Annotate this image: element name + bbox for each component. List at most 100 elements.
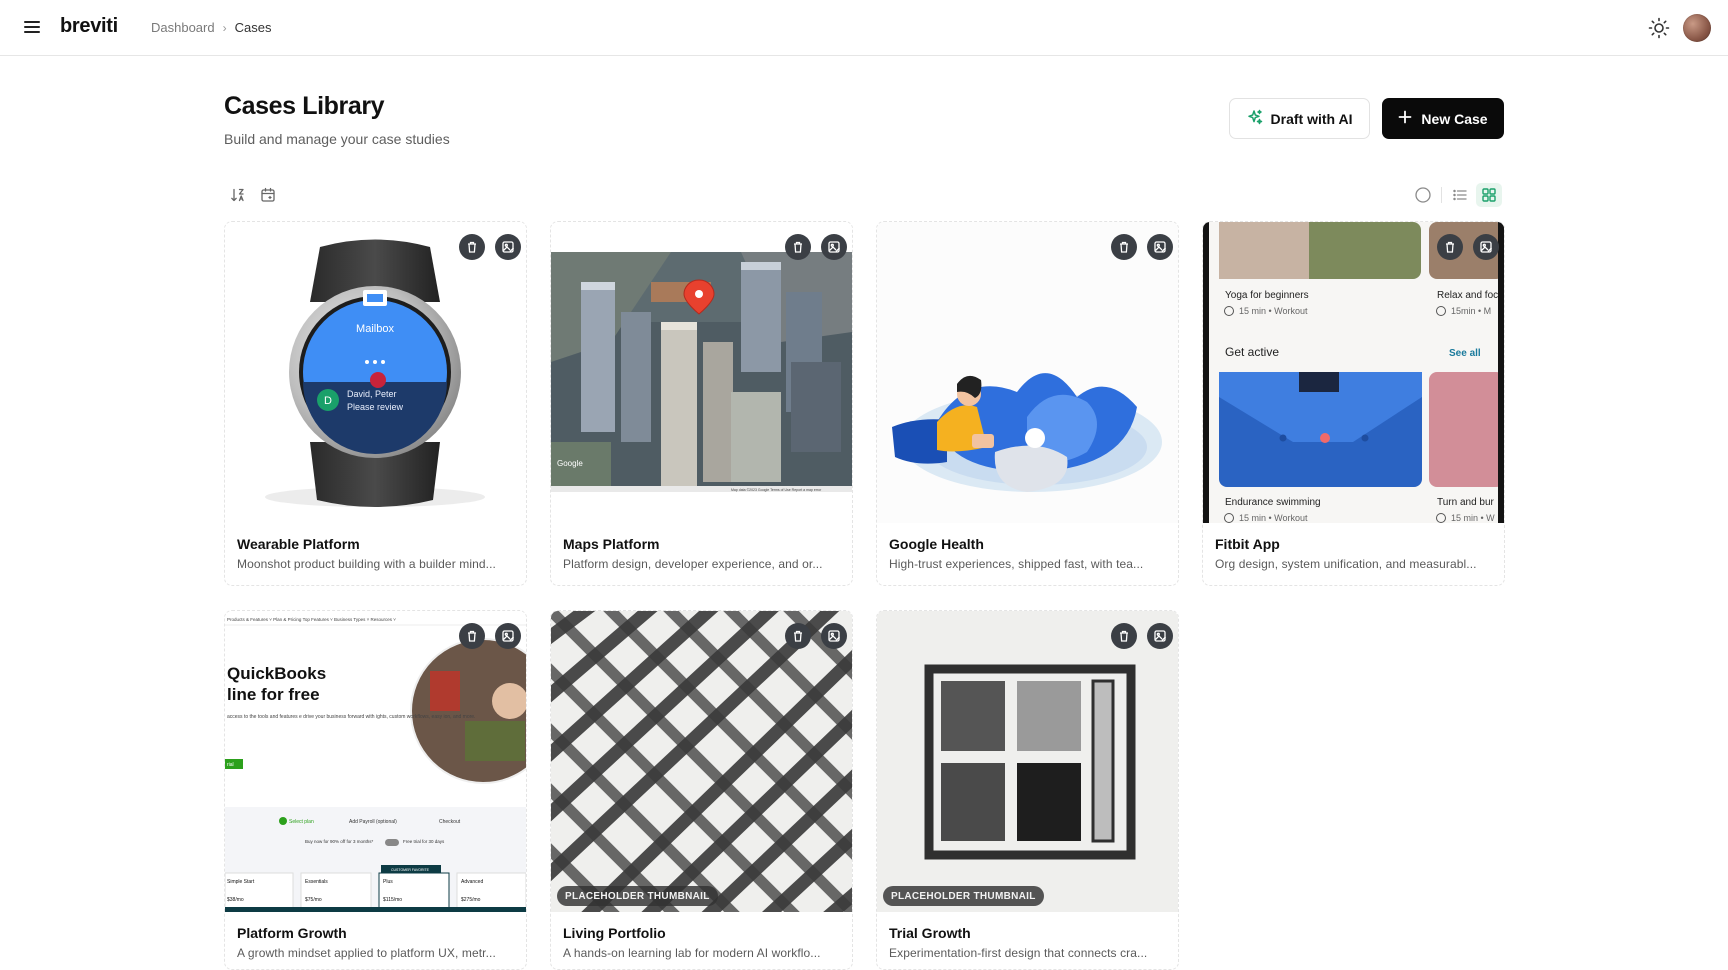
chevron-right-icon: ›: [222, 20, 227, 35]
top-bar: breviti Dashboard › Cases: [0, 0, 1728, 56]
case-description: Moonshot product building with a builder…: [237, 557, 496, 571]
qb-headline2: line for free: [227, 685, 320, 704]
watch-avatar-initial: D: [324, 395, 332, 407]
case-title: Trial Growth: [889, 925, 971, 941]
view-divider: [1441, 187, 1442, 203]
case-thumbnail: [877, 222, 1178, 523]
case-thumbnail: Products & Features ˅ Plan & Pricing Top…: [225, 611, 526, 912]
page-subtitle: Build and manage your case studies: [224, 131, 450, 147]
qb-price2: $75/mo: [305, 897, 322, 903]
case-title: Google Health: [889, 536, 984, 552]
edit-image-icon[interactable]: [821, 623, 847, 649]
case-thumbnail: Google Map data ©2023 Google Terms of Us…: [551, 222, 852, 523]
fitbit-item3-meta: 15 min • Workout: [1239, 513, 1308, 523]
grid-view-icon[interactable]: [1479, 185, 1499, 205]
qb-price4: $275/mo: [461, 897, 481, 903]
fitbit-item2-meta: 15min • M: [1451, 306, 1491, 316]
qb-plan2: Essentials: [305, 879, 328, 885]
app-logo[interactable]: breviti: [60, 15, 118, 38]
breadcrumb: Dashboard › Cases: [151, 20, 271, 35]
watch-preview: Please review: [347, 402, 404, 412]
page-title: Cases Library: [224, 92, 385, 120]
fitbit-item4: Turn and bur: [1437, 497, 1495, 508]
qb-headline1: QuickBooks: [227, 664, 326, 683]
case-card[interactable]: Google Map data ©2023 Google Terms of Us…: [550, 221, 853, 586]
case-thumbnail: PLACEHOLDER THUMBNAIL: [551, 611, 852, 912]
edit-image-icon[interactable]: [495, 623, 521, 649]
edit-image-icon[interactable]: [1147, 234, 1173, 260]
case-description: A growth mindset applied to platform UX,…: [237, 946, 496, 960]
fitbit-item3: Endurance swimming: [1225, 497, 1321, 508]
qb-price1: $38/mo: [227, 897, 244, 903]
case-title: Maps Platform: [563, 536, 660, 552]
fitbit-see-all: See all: [1449, 348, 1481, 359]
case-description: Platform design, developer experience, a…: [563, 557, 823, 571]
qb-cta: rial: [227, 762, 234, 768]
trash-icon[interactable]: [459, 623, 485, 649]
trash-icon[interactable]: [785, 623, 811, 649]
fitbit-item2: Relax and foc: [1437, 290, 1498, 301]
trash-icon[interactable]: [1111, 234, 1137, 260]
trash-icon[interactable]: [459, 234, 485, 260]
case-card[interactable]: Mailbox D David, Peter Please review Wea…: [224, 221, 527, 586]
edit-image-icon[interactable]: [1147, 623, 1173, 649]
qb-plan3: Plus: [383, 879, 393, 885]
edit-image-icon[interactable]: [1473, 234, 1499, 260]
qb-price3: $115/mo: [383, 897, 402, 903]
case-description: Org design, system unification, and meas…: [1215, 557, 1477, 571]
user-avatar[interactable]: [1683, 14, 1711, 42]
hamburger-menu-icon[interactable]: [22, 17, 42, 37]
case-card[interactable]: Products & Features ˅ Plan & Pricing Top…: [224, 610, 527, 970]
case-description: High-trust experiences, shipped fast, wi…: [889, 557, 1144, 571]
qb-trial: Free trial for 30 days: [403, 839, 445, 844]
qb-plan1: Simple Start: [227, 879, 255, 885]
qb-step1: Select plan: [289, 819, 314, 825]
trash-icon[interactable]: [1111, 623, 1137, 649]
fitbit-item4-meta: 15 min • W: [1451, 513, 1495, 523]
plus-icon: [1398, 110, 1412, 127]
calendar-icon[interactable]: [258, 185, 278, 205]
case-card[interactable]: Yoga for beginners 15 min • Workout Rela…: [1202, 221, 1505, 586]
case-card[interactable]: PLACEHOLDER THUMBNAIL Trial Growth Exper…: [876, 610, 1179, 970]
new-case-label: New Case: [1421, 110, 1488, 127]
placeholder-badge: PLACEHOLDER THUMBNAIL: [557, 886, 718, 906]
qb-badge: CUSTOMER FAVORITE: [391, 868, 430, 872]
case-thumbnail: Mailbox D David, Peter Please review: [225, 222, 526, 523]
sun-icon[interactable]: [1648, 17, 1670, 39]
breadcrumb-dashboard[interactable]: Dashboard: [151, 20, 215, 35]
case-title: Living Portfolio: [563, 925, 666, 941]
trash-icon[interactable]: [785, 234, 811, 260]
case-card[interactable]: Google Health High-trust experiences, sh…: [876, 221, 1179, 586]
draft-with-ai-button[interactable]: Draft with AI: [1229, 98, 1370, 139]
qb-promo: Buy now for 90% off for 3 months*: [305, 839, 373, 844]
qb-step3: Checkout: [439, 819, 461, 825]
edit-image-icon[interactable]: [495, 234, 521, 260]
sort-icon[interactable]: [228, 185, 248, 205]
breadcrumb-current: Cases: [234, 20, 272, 35]
case-title: Fitbit App: [1215, 536, 1280, 552]
draft-with-ai-label: Draft with AI: [1270, 110, 1353, 127]
trash-icon[interactable]: [1437, 234, 1463, 260]
fitbit-item1: Yoga for beginners: [1225, 290, 1309, 301]
fitbit-section-title: Get active: [1225, 345, 1279, 359]
case-thumbnail: PLACEHOLDER THUMBNAIL: [877, 611, 1178, 912]
new-case-button[interactable]: New Case: [1382, 98, 1504, 139]
qb-body: access to the tools and features e drive…: [227, 714, 475, 720]
fitbit-item1-meta: 15 min • Workout: [1239, 306, 1308, 316]
edit-image-icon[interactable]: [821, 234, 847, 260]
map-footer: Map data ©2023 Google Terms of Use Repor…: [731, 488, 822, 492]
qb-nav: Products & Features ˅ Plan & Pricing Top…: [227, 617, 396, 622]
case-thumbnail: Yoga for beginners 15 min • Workout Rela…: [1203, 222, 1504, 523]
case-title: Platform Growth: [237, 925, 347, 941]
placeholder-badge: PLACEHOLDER THUMBNAIL: [883, 886, 1044, 906]
qb-plan4: Advanced: [461, 879, 483, 885]
list-view-icon[interactable]: [1450, 185, 1470, 205]
sparkle-icon: [1247, 109, 1263, 128]
qb-step2: Add Payroll (optional): [349, 819, 397, 825]
case-card[interactable]: PLACEHOLDER THUMBNAIL Living Portfolio A…: [550, 610, 853, 970]
circle-icon[interactable]: [1413, 185, 1433, 205]
case-description: A hands-on learning lab for modern AI wo…: [563, 946, 821, 960]
case-title: Wearable Platform: [237, 536, 360, 552]
watch-app-label: Mailbox: [356, 323, 394, 335]
watch-sender: David, Peter: [347, 389, 397, 399]
